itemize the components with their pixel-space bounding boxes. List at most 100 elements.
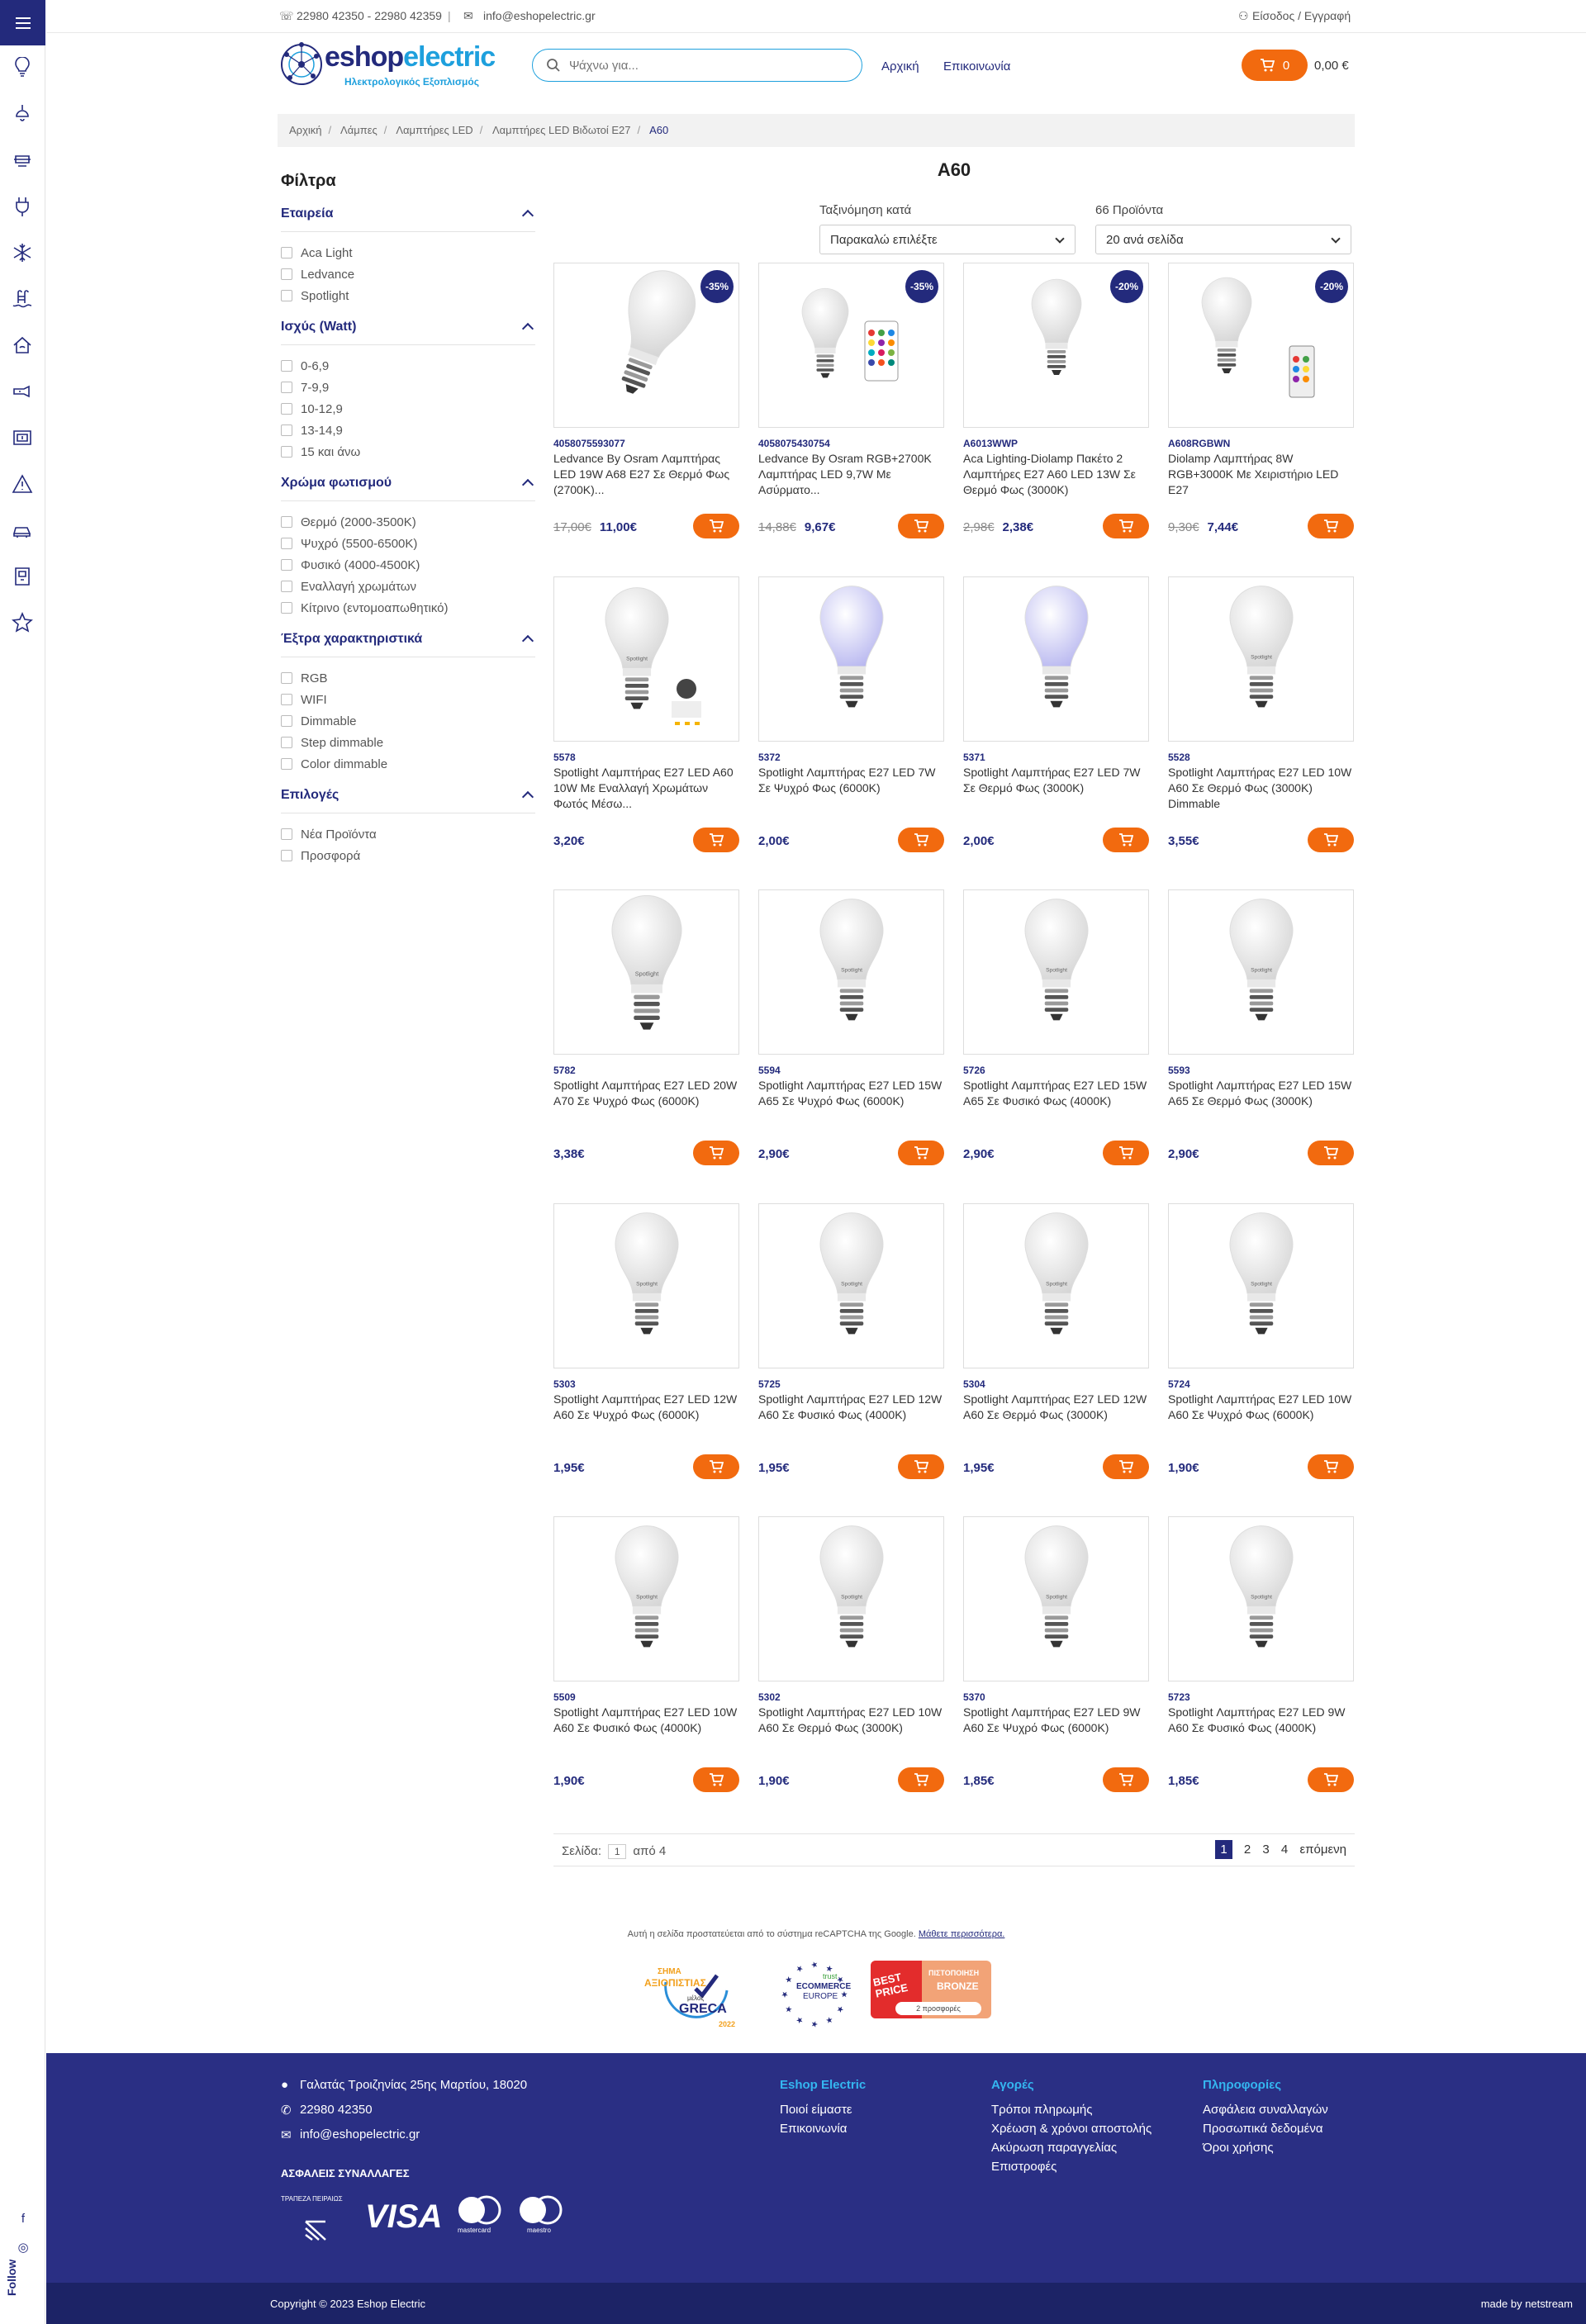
breadcrumb-lamps[interactable]: Λάμπες: [340, 124, 378, 136]
per-page-select[interactable]: 20 ανά σελίδα: [1095, 225, 1351, 254]
product-name[interactable]: Spotlight Λαμπτήρας E27 LED 10W A60 Σε Θ…: [1168, 765, 1354, 813]
product-image[interactable]: Spotlight: [553, 889, 739, 1055]
filter-group-header[interactable]: Έξτρα χαρακτηριστικά: [281, 632, 535, 657]
filter-option[interactable]: Dimmable: [281, 710, 535, 732]
breadcrumb-led[interactable]: Λαμπτήρες LED: [396, 124, 472, 136]
filter-checkbox[interactable]: [281, 737, 292, 748]
filter-option[interactable]: Φυσικό (4000-4500K): [281, 554, 535, 576]
filter-option[interactable]: 0-6,9: [281, 355, 535, 377]
product-name[interactable]: Spotlight Λαμπτήρας E27 LED 15W A65 Σε Ψ…: [758, 1078, 944, 1126]
product-name[interactable]: Spotlight Λαμπτήρας E27 LED 10W A60 Σε Φ…: [553, 1705, 739, 1752]
product-card[interactable]: Spotlight 5725 Spotlight Λαμπτήρας E27 LED…: [758, 1203, 944, 1492]
add-to-cart-button[interactable]: [898, 828, 944, 852]
warning-icon[interactable]: [11, 472, 34, 496]
product-name[interactable]: Spotlight Λαμπτήρας E27 LED 12W A60 Σε Φ…: [758, 1392, 944, 1439]
filter-option[interactable]: Spotlight: [281, 285, 535, 306]
greca-badge[interactable]: ΣΗΜΑ ΑΞΙΟΠΙΣΤΙΑΣ μέλος GRECA 2022: [641, 1957, 747, 2033]
product-image[interactable]: Spotlight: [758, 1203, 944, 1368]
home-automation-icon[interactable]: [11, 334, 34, 357]
product-image[interactable]: Spotlight: [1168, 1516, 1354, 1681]
filter-option[interactable]: Προσφορά: [281, 845, 535, 866]
filter-checkbox[interactable]: [281, 446, 292, 458]
topbar-phone[interactable]: 22980 42350 - 22980 42359: [297, 9, 442, 22]
add-to-cart-button[interactable]: [1308, 1141, 1354, 1165]
add-to-cart-button[interactable]: [1103, 514, 1149, 538]
filter-option[interactable]: Aca Light: [281, 242, 535, 263]
cart-button[interactable]: 0: [1242, 50, 1308, 81]
add-to-cart-button[interactable]: [898, 514, 944, 538]
filter-option[interactable]: Θερμό (2000-3500K): [281, 511, 535, 533]
filter-option[interactable]: Εναλλαγή χρωμάτων: [281, 576, 535, 597]
product-image[interactable]: Spotlight: [1168, 576, 1354, 742]
product-card[interactable]: Spotlight 5302 Spotlight Λαμπτήρας E27 LED…: [758, 1516, 944, 1805]
breadcrumb-home[interactable]: Αρχική: [289, 124, 322, 136]
product-image[interactable]: -35%: [758, 263, 944, 428]
product-name[interactable]: Spotlight Λαμπτήρας E27 LED 10W A60 Σε Ψ…: [1168, 1392, 1354, 1439]
filter-checkbox[interactable]: [281, 403, 292, 415]
logo[interactable]: eshopelectric Ηλεκτρολογικός Εξοπλισμός: [278, 40, 518, 89]
footer-link[interactable]: Ποιοί είμαστε: [780, 2103, 852, 2117]
next-page[interactable]: επόμενη: [1299, 1843, 1346, 1857]
add-to-cart-button[interactable]: [693, 1767, 739, 1792]
product-name[interactable]: Spotlight Λαμπτήρας E27 LED 7W Σε Ψυχρό …: [758, 765, 944, 813]
product-card[interactable]: Spotlight 5724 Spotlight Λαμπτήρας E27 LED…: [1168, 1203, 1354, 1492]
filter-checkbox[interactable]: [281, 360, 292, 372]
footer-link[interactable]: Επιστροφές: [991, 2160, 1057, 2174]
product-image[interactable]: [758, 576, 944, 742]
product-image[interactable]: Spotlight: [758, 1516, 944, 1681]
product-name[interactable]: Spotlight Λαμπτήρας E27 LED 7W Σε Θερμό …: [963, 765, 1149, 813]
footer-link[interactable]: Όροι χρήσης: [1203, 2141, 1274, 2155]
product-name[interactable]: Ledvance By Osram RGB+2700K Λαμπτήρας LE…: [758, 451, 944, 499]
product-image[interactable]: Spotlight: [1168, 889, 1354, 1055]
filter-option[interactable]: Step dimmable: [281, 732, 535, 753]
add-to-cart-button[interactable]: [1103, 1454, 1149, 1479]
page-3[interactable]: 3: [1262, 1843, 1269, 1857]
facebook-icon[interactable]: f: [16, 2212, 31, 2227]
filter-checkbox[interactable]: [281, 581, 292, 592]
add-to-cart-button[interactable]: [693, 828, 739, 852]
add-to-cart-button[interactable]: [898, 1141, 944, 1165]
footer-link[interactable]: Ασφάλεια συναλλαγών: [1203, 2103, 1328, 2117]
filter-group-header[interactable]: Χρώμα φωτισμού: [281, 476, 535, 501]
footer-link[interactable]: Επικοινωνία: [780, 2122, 847, 2136]
filter-checkbox[interactable]: [281, 715, 292, 727]
filter-checkbox[interactable]: [281, 559, 292, 571]
product-name[interactable]: Spotlight Λαμπτήρας E27 LED 9W A60 Σε Φυ…: [1168, 1705, 1354, 1752]
filter-option[interactable]: Ledvance: [281, 263, 535, 285]
product-card[interactable]: Spotlight 5594 Spotlight Λαμπτήρας E27 LED…: [758, 889, 944, 1179]
product-card[interactable]: Spotlight 5528 Spotlight Λαμπτήρας E27 LED…: [1168, 576, 1354, 866]
car-icon[interactable]: [11, 519, 34, 542]
recaptcha-link[interactable]: Μάθετε περισσότερα.: [919, 1929, 1005, 1939]
filter-option[interactable]: Νέα Προϊόντα: [281, 823, 535, 845]
filter-option[interactable]: RGB: [281, 667, 535, 689]
add-to-cart-button[interactable]: [898, 1767, 944, 1792]
ecommerce-europe-badge[interactable]: trust ECOMMERCE EUROPE: [775, 1957, 854, 2032]
page-2[interactable]: 2: [1244, 1843, 1251, 1857]
star-icon[interactable]: [11, 611, 34, 634]
product-card[interactable]: -35% 4058075430754 Ledvance By Osram RGB+2…: [758, 263, 944, 552]
snowflake-icon[interactable]: [11, 241, 34, 264]
add-to-cart-button[interactable]: [1308, 1454, 1354, 1479]
filter-option[interactable]: 10-12,9: [281, 398, 535, 420]
product-image[interactable]: Spotlight: [1168, 1203, 1354, 1368]
product-name[interactable]: Spotlight Λαμπτήρας E27 LED 20W A70 Σε Ψ…: [553, 1078, 739, 1126]
product-image[interactable]: Spotlight: [553, 1516, 739, 1681]
footer-link[interactable]: Προσωπικά δεδομένα: [1203, 2122, 1323, 2136]
filter-checkbox[interactable]: [281, 758, 292, 770]
product-name[interactable]: Spotlight Λαμπτήρας E27 LED 12W A60 Σε Ψ…: [553, 1392, 739, 1439]
product-name[interactable]: Ledvance By Osram Λαμπτήρας LED 19W A68 …: [553, 451, 739, 499]
footer-link[interactable]: Ακύρωση παραγγελίας: [991, 2141, 1117, 2155]
page-4[interactable]: 4: [1281, 1843, 1288, 1857]
product-card[interactable]: Spotlight 5509 Spotlight Λαμπτήρας E27 LED…: [553, 1516, 739, 1805]
filter-checkbox[interactable]: [281, 424, 292, 436]
add-to-cart-button[interactable]: [693, 514, 739, 538]
add-to-cart-button[interactable]: [1308, 1767, 1354, 1792]
product-card[interactable]: Spotlight 5782 Spotlight Λαμπτήρας E27 LED…: [553, 889, 739, 1179]
bestprice-badge[interactable]: BEST PRICE ΠΙΣΤΟΠΟΙΗΣΗ BRONZE 2 προσφορέ…: [871, 1961, 991, 2018]
sort-select[interactable]: Παρακαλώ επιλέξτε: [819, 225, 1076, 254]
footer-email[interactable]: info@eshopelectric.gr: [300, 2127, 420, 2141]
search-box[interactable]: [532, 49, 862, 82]
add-to-cart-button[interactable]: [898, 1454, 944, 1479]
product-name[interactable]: Spotlight Λαμπτήρας E27 LED A60 10W Με Ε…: [553, 765, 739, 813]
filter-checkbox[interactable]: [281, 516, 292, 528]
